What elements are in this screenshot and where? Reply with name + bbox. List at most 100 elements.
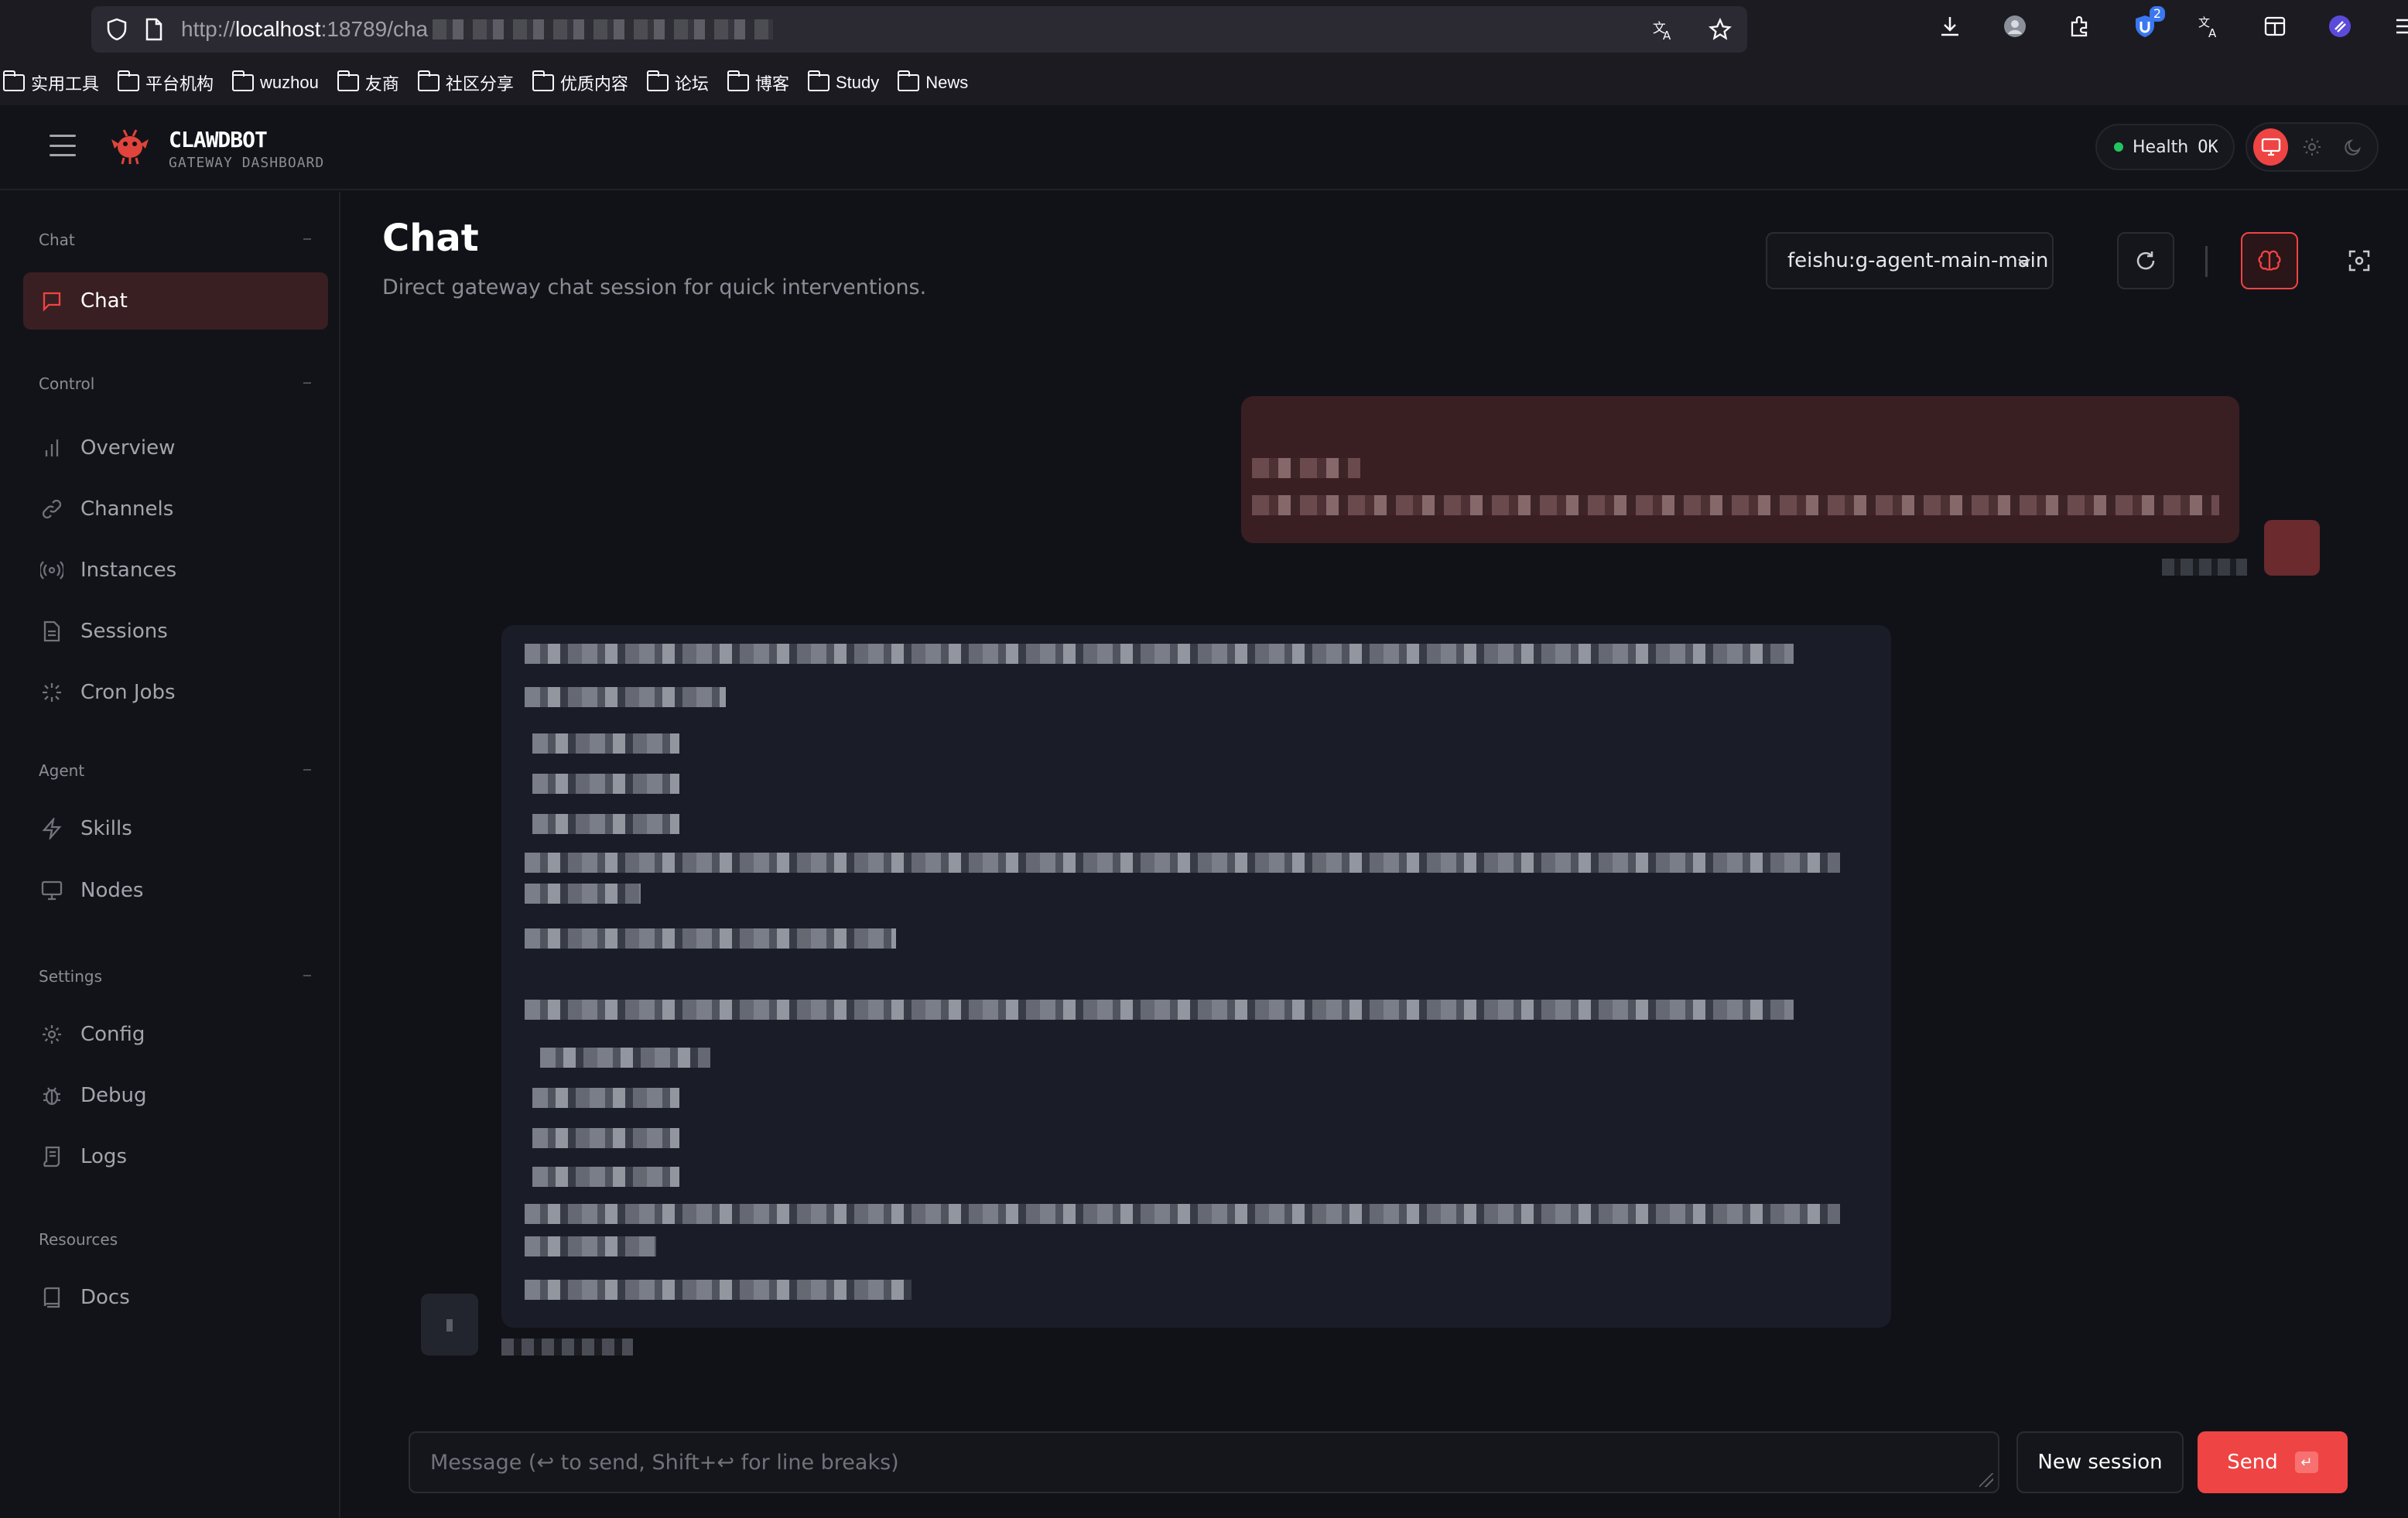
health-status-pill: Health OK bbox=[2095, 124, 2235, 170]
bookmark-folder[interactable]: 社区分享 bbox=[417, 70, 514, 95]
menu-icon[interactable] bbox=[2389, 11, 2408, 42]
redacted-text bbox=[525, 1236, 656, 1256]
sidebar-item-logs[interactable]: Logs bbox=[23, 1128, 328, 1185]
section-title-control[interactable]: Control bbox=[39, 374, 94, 393]
moon-icon bbox=[2345, 139, 2362, 156]
loader-icon bbox=[40, 681, 63, 704]
star-icon[interactable] bbox=[1709, 17, 1732, 41]
sidebar: Chat Chat Control Overview Channels Inst… bbox=[0, 192, 340, 1518]
theme-light-button[interactable] bbox=[2294, 128, 2329, 166]
translate-icon[interactable]: 文A bbox=[1651, 18, 1674, 42]
sidebar-item-channels[interactable]: Channels bbox=[23, 480, 328, 538]
bookmarks-bar: 实用工具 平台机构 wuzhou 友商 社区分享 优质内容 论坛 博客 Stud… bbox=[0, 65, 968, 101]
download-icon[interactable] bbox=[1934, 11, 1965, 42]
redacted-text bbox=[532, 1167, 679, 1187]
extension-icon[interactable] bbox=[2064, 11, 2095, 42]
sidebar-item-sessions[interactable]: Sessions bbox=[23, 603, 328, 660]
url-redacted bbox=[433, 19, 774, 39]
redacted-text bbox=[525, 853, 1840, 873]
session-select[interactable]: feishu:g-agent-main-main bbox=[1766, 232, 2054, 289]
bookmark-folder[interactable]: Study bbox=[807, 70, 879, 93]
folder-icon bbox=[646, 70, 669, 91]
sidebar-item-skills[interactable]: Skills bbox=[23, 800, 328, 857]
redacted-text bbox=[525, 1280, 912, 1300]
collapse-icon[interactable] bbox=[303, 769, 311, 771]
redacted-text bbox=[525, 644, 1794, 664]
sidebar-item-label: Chat bbox=[80, 289, 128, 313]
resize-handle-icon[interactable] bbox=[1979, 1473, 1993, 1487]
user-avatar bbox=[2264, 520, 2320, 576]
bookmark-folder[interactable]: 优质内容 bbox=[532, 70, 628, 95]
zap-icon bbox=[40, 817, 63, 840]
sidebar-item-overview[interactable]: Overview bbox=[23, 419, 328, 477]
app-header: CLAWDBOT GATEWAY DASHBOARD Health OK bbox=[0, 105, 2408, 190]
address-bar[interactable]: http://localhost:18789/cha 文A bbox=[91, 6, 1747, 53]
sun-icon bbox=[2303, 138, 2321, 156]
bookmark-folder[interactable]: 友商 bbox=[337, 70, 399, 95]
monitor-icon bbox=[2261, 138, 2280, 156]
extension-badge: 2 bbox=[2149, 6, 2165, 22]
sidebar-item-label: Overview bbox=[80, 436, 176, 460]
reader-view-icon[interactable] bbox=[2259, 11, 2290, 42]
thinking-toggle-button[interactable] bbox=[2241, 232, 2298, 289]
sidebar-item-docs[interactable]: Docs bbox=[23, 1269, 328, 1326]
theme-system-button[interactable] bbox=[2253, 128, 2289, 166]
new-session-button[interactable]: New session bbox=[2016, 1431, 2184, 1493]
health-dot-icon bbox=[2114, 142, 2123, 152]
redacted-text bbox=[532, 1128, 679, 1148]
brain-icon bbox=[2258, 250, 2281, 271]
sidebar-item-config[interactable]: Config bbox=[23, 1006, 328, 1063]
collapse-icon[interactable] bbox=[303, 975, 311, 976]
sidebar-item-label: Debug bbox=[80, 1084, 147, 1107]
folder-icon bbox=[417, 70, 440, 91]
theme-dark-button[interactable] bbox=[2336, 128, 2371, 166]
sidebar-item-chat[interactable]: Chat bbox=[23, 272, 328, 330]
page-icon bbox=[142, 18, 166, 41]
bookmark-folder[interactable]: wuzhou bbox=[232, 70, 319, 93]
folder-icon bbox=[232, 70, 255, 91]
sidebar-item-debug[interactable]: Debug bbox=[23, 1067, 328, 1124]
book-icon bbox=[40, 1286, 63, 1309]
gear-icon bbox=[40, 1023, 63, 1046]
radio-icon bbox=[40, 559, 63, 582]
lobster-logo-icon bbox=[111, 129, 149, 165]
sidebar-item-label: Nodes bbox=[80, 879, 144, 902]
bookmark-folder[interactable]: News bbox=[898, 70, 968, 93]
refresh-button[interactable] bbox=[2117, 232, 2174, 289]
sidebar-item-cron-jobs[interactable]: Cron Jobs bbox=[23, 664, 328, 721]
section-title-chat[interactable]: Chat bbox=[39, 231, 75, 249]
redacted-text bbox=[525, 687, 726, 707]
shield-extension-icon[interactable]: 2 bbox=[2129, 6, 2165, 42]
sidebar-item-instances[interactable]: Instances bbox=[23, 542, 328, 599]
bookmark-folder[interactable]: 博客 bbox=[727, 70, 789, 95]
bookmark-folder[interactable]: 平台机构 bbox=[118, 70, 214, 95]
page-subtitle: Direct gateway chat session for quick in… bbox=[382, 275, 927, 299]
hamburger-menu-icon[interactable] bbox=[50, 135, 76, 156]
sidebar-item-label: Skills bbox=[80, 817, 132, 840]
message-composer[interactable] bbox=[409, 1431, 1999, 1493]
collapse-icon[interactable] bbox=[303, 382, 311, 384]
url-text[interactable]: http://localhost:18789/cha bbox=[181, 17, 428, 42]
focus-icon bbox=[2348, 250, 2370, 272]
translate-extension-icon[interactable]: 文A bbox=[2194, 11, 2225, 42]
sidebar-item-nodes[interactable]: Nodes bbox=[23, 862, 328, 919]
brand-title: CLAWDBOT bbox=[169, 127, 268, 152]
collapse-icon[interactable] bbox=[303, 238, 311, 240]
focus-mode-button[interactable] bbox=[2331, 232, 2388, 289]
redacted-text bbox=[532, 774, 679, 794]
section-title-settings[interactable]: Settings bbox=[39, 967, 102, 986]
redacted-text bbox=[525, 1204, 1840, 1224]
link-extension-icon[interactable] bbox=[2324, 11, 2355, 42]
sidebar-item-label: Sessions bbox=[80, 620, 168, 643]
send-button[interactable]: Send ↵ bbox=[2198, 1431, 2348, 1493]
section-title-agent[interactable]: Agent bbox=[39, 761, 84, 780]
message-input[interactable] bbox=[430, 1450, 1998, 1475]
shield-icon[interactable] bbox=[105, 18, 128, 41]
redacted-text bbox=[532, 733, 679, 754]
profile-icon[interactable] bbox=[1999, 11, 2030, 42]
folder-icon bbox=[3, 70, 25, 91]
bookmark-folder[interactable]: 论坛 bbox=[646, 70, 709, 95]
bug-icon bbox=[40, 1084, 63, 1107]
bookmark-folder[interactable]: 实用工具 bbox=[3, 70, 99, 95]
sidebar-item-label: Channels bbox=[80, 497, 174, 521]
